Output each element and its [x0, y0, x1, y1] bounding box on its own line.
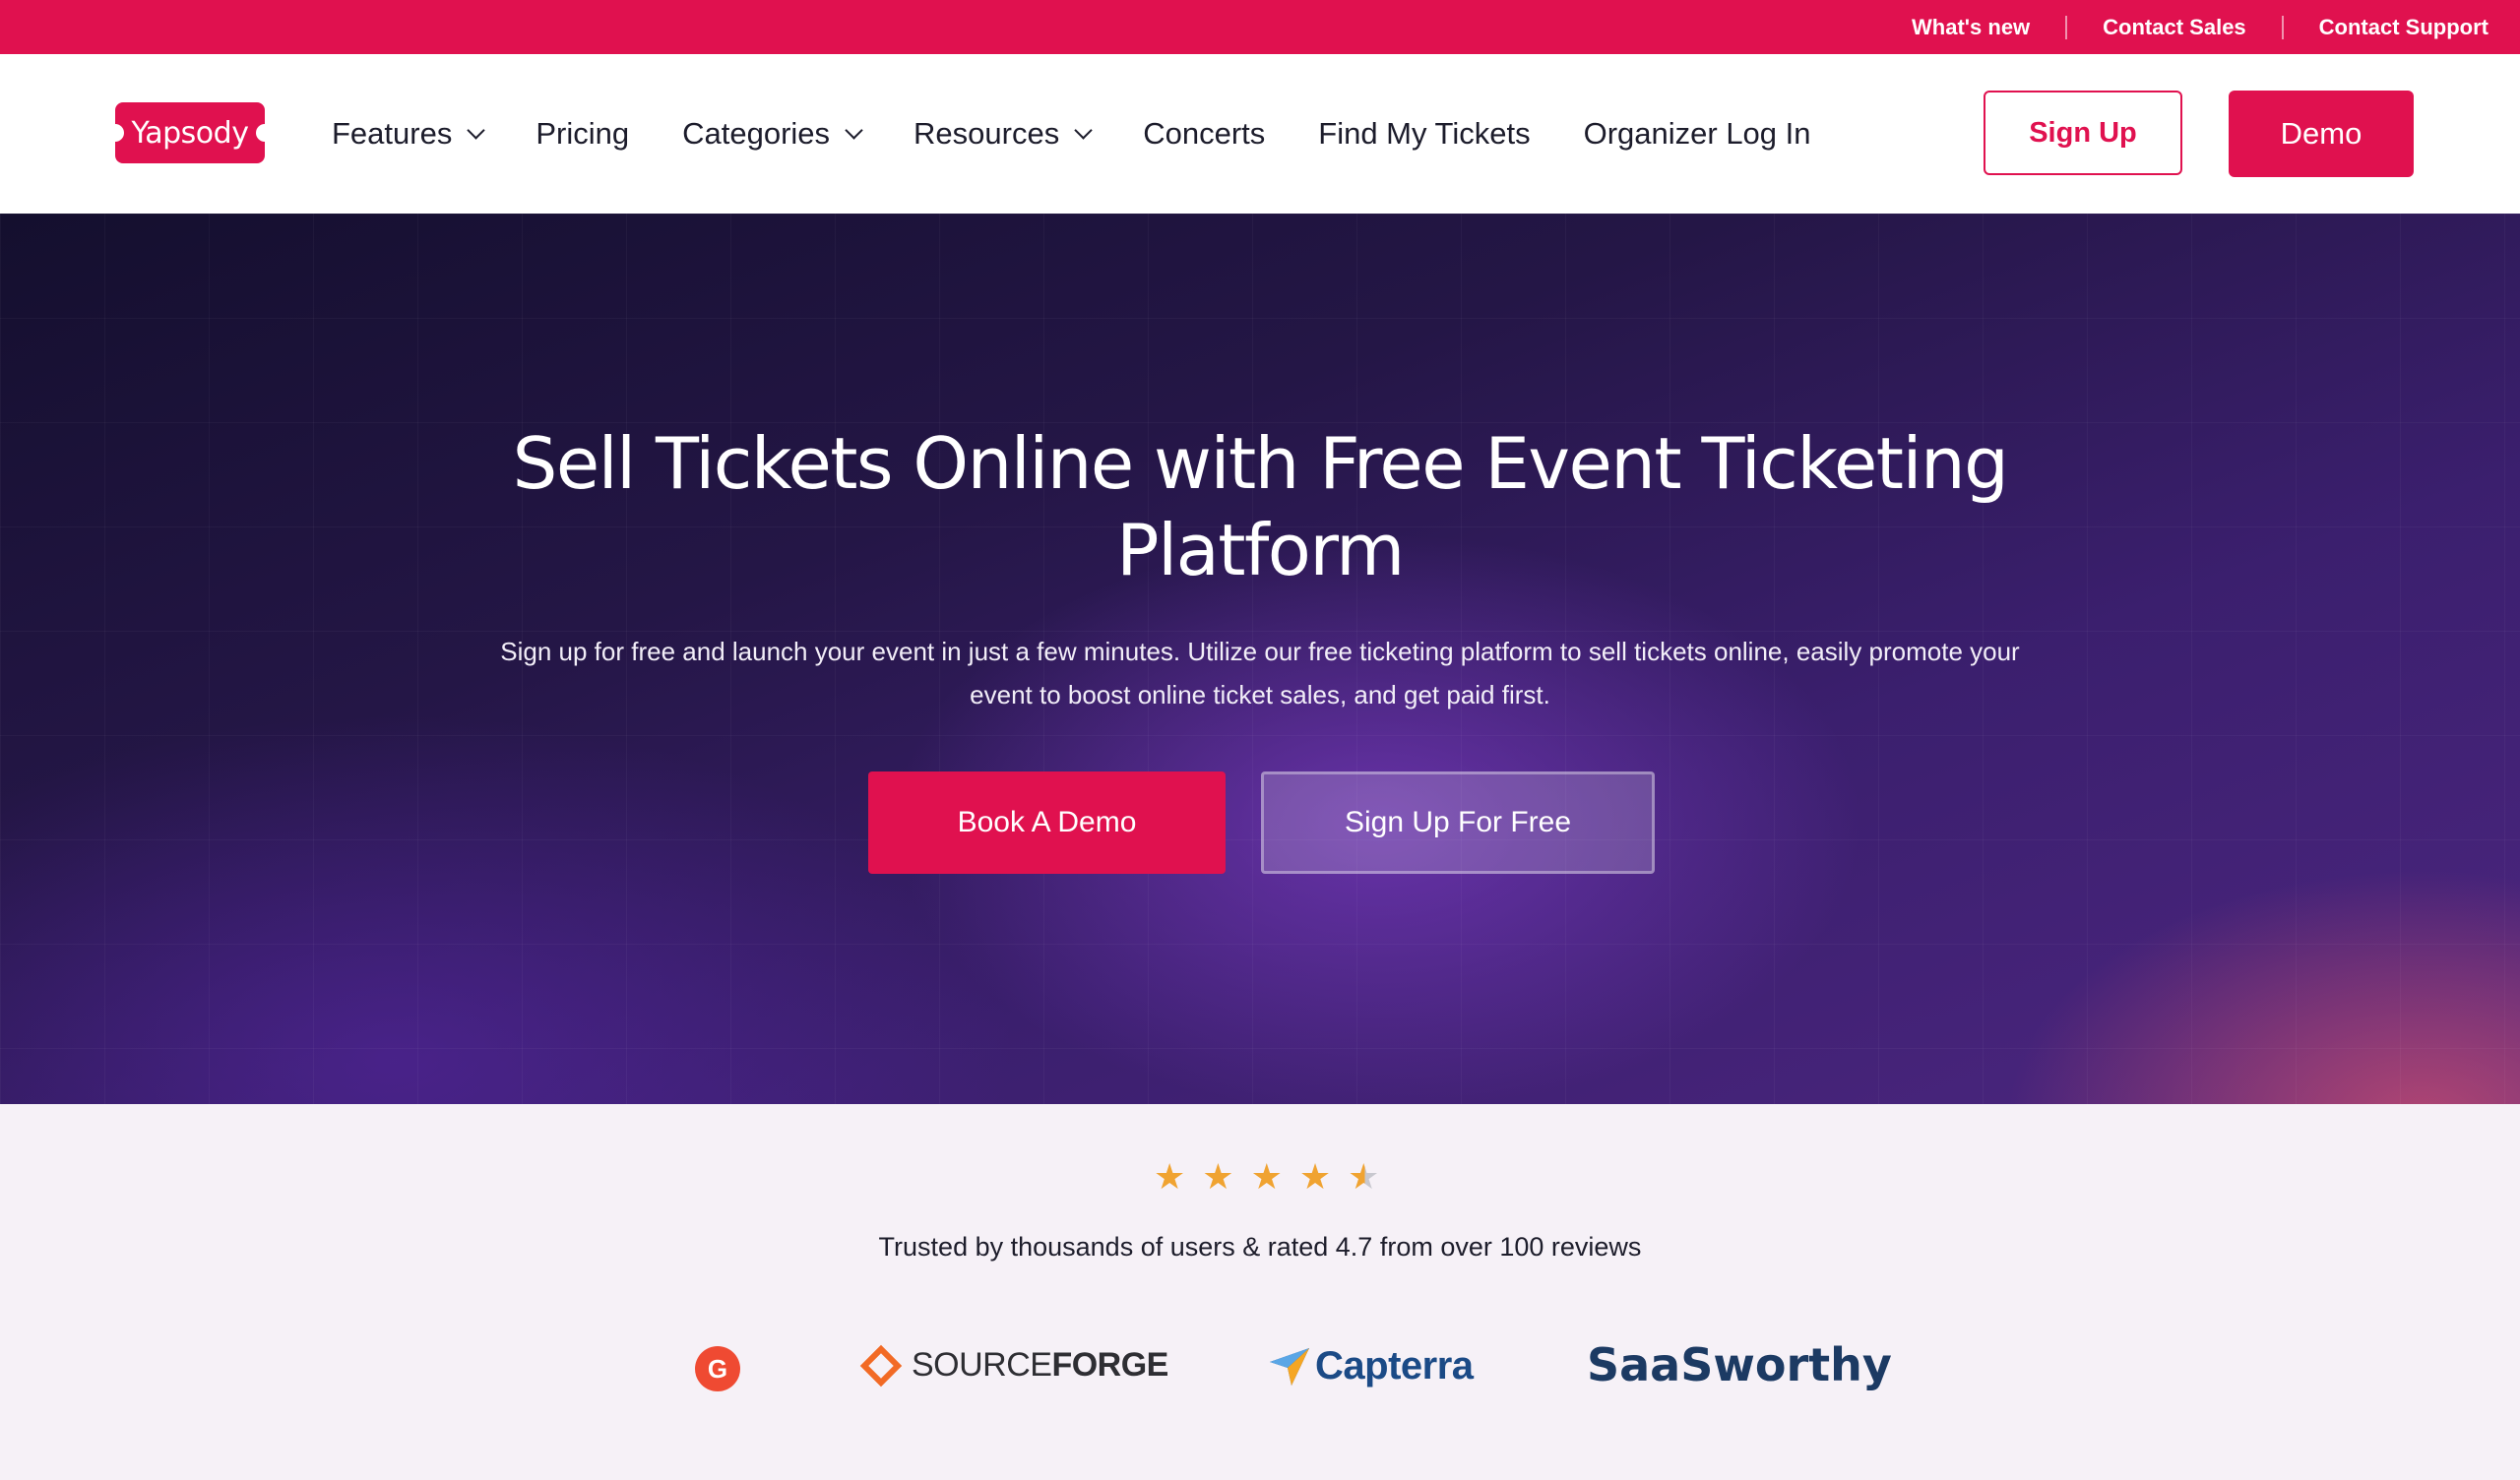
saasworthy-logo: SaaSworthy — [1587, 1338, 1892, 1391]
yapsody-logo[interactable]: Yapsody — [106, 102, 274, 163]
chevron-down-icon — [467, 120, 486, 140]
trust-statement: Trusted by thousands of users & rated 4.… — [878, 1232, 1642, 1262]
star-icon: ★ — [1202, 1156, 1234, 1197]
hero-title: Sell Tickets Online with Free Event Tick… — [512, 422, 2009, 591]
sign-up-for-free-button[interactable]: Sign Up For Free — [1261, 771, 1655, 874]
trust-section: ★ ★ ★ ★ ★ Trusted by thousands of users … — [0, 1104, 2520, 1480]
whats-new-link[interactable]: What's new — [1876, 15, 2065, 39]
nav-item-concerts[interactable]: Concerts — [1143, 116, 1265, 152]
star-icon: ★ — [1154, 1156, 1186, 1197]
chevron-down-icon — [845, 120, 863, 140]
review-site-logos: G SOURCEFORGE Capterra SaaSworthy — [0, 1338, 2520, 1409]
top-utility-bar: What's new Contact Sales Contact Support — [0, 0, 2520, 54]
nav-menu: Features Pricing Categories Resources Co… — [332, 54, 1864, 214]
chevron-down-icon — [1074, 120, 1093, 140]
hero-section: Sell Tickets Online with Free Event Tick… — [0, 214, 2520, 1104]
hero-subtitle: Sign up for free and launch your event i… — [500, 637, 2020, 709]
star-icon: ★ — [1298, 1156, 1332, 1197]
nav-item-organizer-log-in[interactable]: Organizer Log In — [1584, 116, 1811, 152]
nav-item-categories[interactable]: Categories — [682, 116, 863, 152]
main-navbar: Yapsody Features Pricing Categories Reso… — [0, 54, 2520, 214]
g2-logo: G — [695, 1346, 740, 1391]
capterra-arrow-icon — [1270, 1347, 1309, 1386]
rating-stars: ★ ★ ★ ★ ★ — [1154, 1159, 1379, 1195]
book-a-demo-button[interactable]: Book A Demo — [868, 771, 1226, 874]
nav-item-resources[interactable]: Resources — [914, 116, 1093, 152]
star-icon: ★ — [1250, 1156, 1283, 1197]
sign-up-button[interactable]: Sign Up — [1984, 91, 2182, 175]
nav-item-pricing[interactable]: Pricing — [536, 116, 629, 152]
capterra-logo: Capterra — [1270, 1344, 1474, 1388]
half-star-icon: ★ — [1348, 1156, 1380, 1197]
sourceforge-logo: SOURCEFORGE — [859, 1344, 1168, 1387]
nav-item-find-my-tickets[interactable]: Find My Tickets — [1318, 116, 1530, 152]
nav-item-features[interactable]: Features — [332, 116, 486, 152]
sourceforge-diamond-icon — [859, 1344, 903, 1387]
contact-sales-link[interactable]: Contact Sales — [2065, 15, 2282, 39]
demo-button[interactable]: Demo — [2229, 91, 2414, 177]
contact-support-link[interactable]: Contact Support — [2281, 15, 2520, 39]
